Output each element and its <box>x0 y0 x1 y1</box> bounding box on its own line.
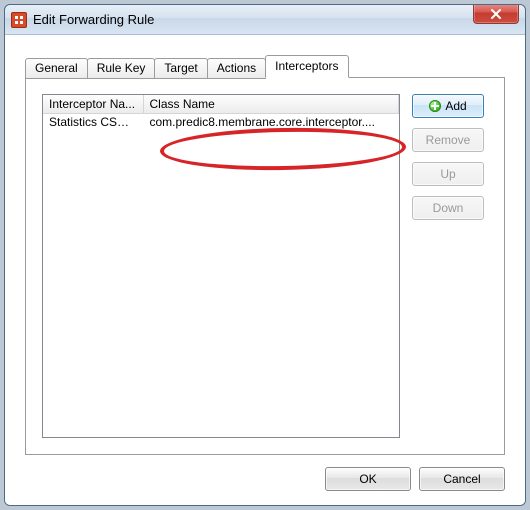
remove-button-label: Remove <box>426 133 471 147</box>
side-buttons: Add Remove Up Down <box>412 94 488 438</box>
cell-interceptor-name: Statistics CSV L... <box>43 114 143 131</box>
tab-label: Interceptors <box>275 59 338 73</box>
tab-label: Actions <box>217 61 256 75</box>
titlebar[interactable]: Edit Forwarding Rule <box>5 5 525 35</box>
cancel-button-label: Cancel <box>443 472 480 486</box>
tab-container: General Rule Key Target Actions Intercep… <box>25 56 505 456</box>
ok-button-label: OK <box>359 472 376 486</box>
add-icon <box>429 100 441 112</box>
down-button[interactable]: Down <box>412 196 484 220</box>
remove-button[interactable]: Remove <box>412 128 484 152</box>
cell-class-name: com.predic8.membrane.core.interceptor...… <box>143 114 399 131</box>
window-buttons <box>473 4 525 24</box>
table-row[interactable]: Statistics CSV L... com.predic8.membrane… <box>43 114 399 131</box>
table: Interceptor Na... Class Name Statistics … <box>43 95 399 130</box>
add-button[interactable]: Add <box>412 94 484 118</box>
up-button[interactable]: Up <box>412 162 484 186</box>
up-button-label: Up <box>440 167 455 181</box>
dialog-window: Edit Forwarding Rule General Rule Key Ta… <box>4 4 526 506</box>
cancel-button[interactable]: Cancel <box>419 467 505 491</box>
ok-button[interactable]: OK <box>325 467 411 491</box>
table-header-row: Interceptor Na... Class Name <box>43 95 399 114</box>
tab-general[interactable]: General <box>25 58 88 79</box>
app-icon <box>11 12 27 28</box>
down-button-label: Down <box>433 201 464 215</box>
window-title: Edit Forwarding Rule <box>33 12 154 27</box>
interceptors-table[interactable]: Interceptor Na... Class Name Statistics … <box>42 94 400 438</box>
tab-rule-key[interactable]: Rule Key <box>87 58 156 79</box>
close-icon <box>490 9 502 19</box>
col-class-name[interactable]: Class Name <box>143 95 399 114</box>
tab-label: Target <box>164 61 197 75</box>
tab-target[interactable]: Target <box>154 58 207 79</box>
tab-label: General <box>35 61 78 75</box>
tab-content: Interceptor Na... Class Name Statistics … <box>42 94 488 438</box>
tab-actions[interactable]: Actions <box>207 58 266 79</box>
tab-strip: General Rule Key Target Actions Intercep… <box>25 56 505 78</box>
add-button-label: Add <box>445 99 466 113</box>
close-button[interactable] <box>473 4 519 24</box>
dialog-buttons: OK Cancel <box>325 467 505 491</box>
client-area: General Rule Key Target Actions Intercep… <box>5 35 525 505</box>
tab-label: Rule Key <box>97 61 146 75</box>
col-interceptor-name[interactable]: Interceptor Na... <box>43 95 143 114</box>
tab-interceptors[interactable]: Interceptors <box>265 55 348 78</box>
tab-panel-interceptors: Interceptor Na... Class Name Statistics … <box>25 77 505 455</box>
